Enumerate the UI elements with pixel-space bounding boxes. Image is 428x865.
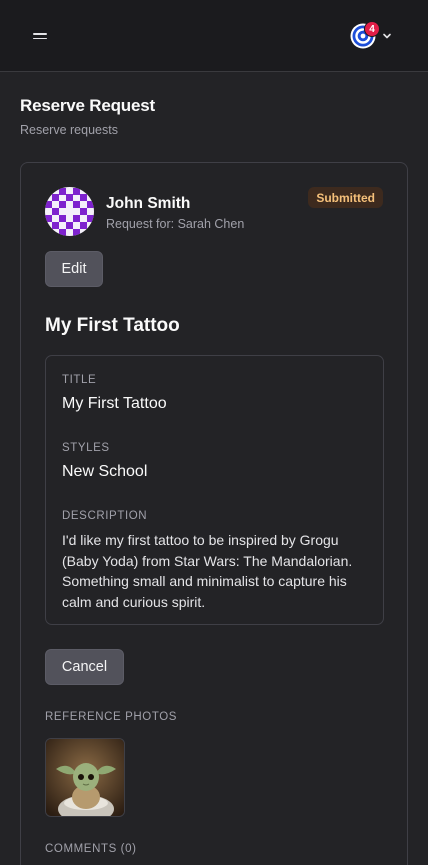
hamburger-icon-line-top — [33, 33, 47, 35]
details-panel: TITLE My First Tattoo STYLES New School … — [45, 355, 384, 625]
user-name: John Smith — [106, 195, 191, 212]
request-card: John Smith Request for: Sarah Chen Submi… — [20, 162, 408, 865]
user-menu-button[interactable]: 4 — [350, 20, 396, 52]
reference-photos-label: REFERENCE PHOTOS — [45, 711, 178, 723]
reference-photo-thumbnail[interactable] — [45, 738, 125, 817]
description-field-label: DESCRIPTION — [62, 510, 148, 522]
request-for-label: Request for: Sarah Chen — [106, 217, 245, 231]
title-field-value: My First Tattoo — [62, 395, 167, 412]
chevron-down-icon — [383, 33, 391, 39]
hamburger-icon-line-bottom — [33, 37, 47, 39]
styles-field-label: STYLES — [62, 442, 110, 454]
page-subtitle: Reserve requests — [20, 123, 118, 137]
title-field-label: TITLE — [62, 374, 97, 386]
cancel-button[interactable]: Cancel — [45, 649, 124, 685]
menu-button[interactable] — [28, 25, 52, 47]
edit-button[interactable]: Edit — [45, 251, 103, 287]
reference-photo-image — [46, 739, 124, 816]
styles-field-value: New School — [62, 463, 148, 480]
notification-badge: 4 — [364, 21, 380, 37]
description-field-value: I'd like my first tattoo to be inspired … — [62, 532, 353, 610]
top-bar: 4 — [0, 0, 428, 72]
user-avatar — [45, 187, 94, 236]
page-title: Reserve Request — [20, 96, 155, 115]
comments-label: COMMENTS (0) — [45, 843, 137, 855]
status-badge: Submitted — [308, 187, 383, 208]
request-heading: My First Tattoo — [45, 315, 180, 336]
